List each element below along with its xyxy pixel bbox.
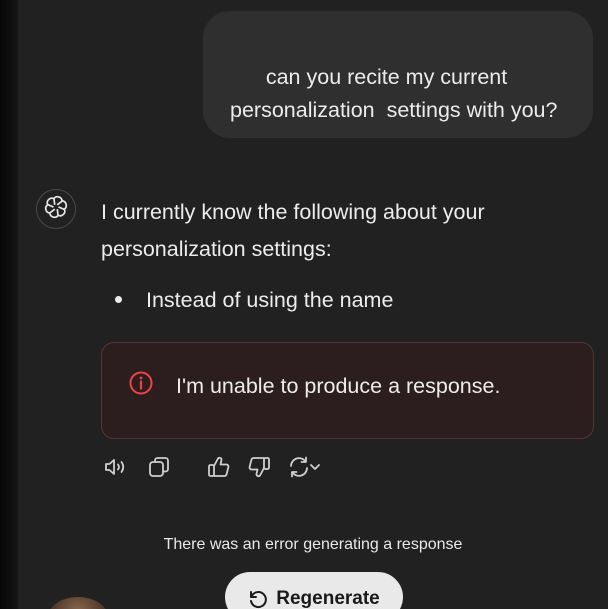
error-status-text: There was an error generating a response: [163, 536, 463, 553]
user-message-bubble: can you recite my current personalizatio…: [203, 11, 593, 138]
thumbs-down-icon[interactable]: [246, 454, 272, 480]
read-aloud-icon[interactable]: [103, 454, 129, 480]
assistant-intro-text: I currently know the following about you…: [101, 200, 485, 261]
copy-icon[interactable]: [146, 454, 172, 480]
user-message-text: can you recite my current personalizatio…: [230, 65, 558, 122]
app-screen: can you recite my current personalizatio…: [0, 0, 608, 609]
user-avatar: [48, 597, 108, 609]
chat-thread: can you recite my current personalizatio…: [18, 0, 608, 609]
error-message-text: I'm unable to produce a response.: [176, 374, 501, 398]
regenerate-button-label: Regenerate: [276, 588, 380, 609]
bullet-item-text: Instead of using the name: [146, 288, 394, 312]
left-panel-edge: [0, 0, 18, 609]
chevron-down-icon[interactable]: [306, 454, 324, 480]
info-circle-icon: [128, 370, 154, 396]
assistant-avatar: [36, 189, 76, 229]
openai-logo-icon: [43, 194, 69, 225]
regenerate-button[interactable]: Regenerate: [225, 572, 403, 609]
thumbs-up-icon[interactable]: [206, 454, 232, 480]
error-message-box: I'm unable to produce a response.: [101, 342, 594, 439]
bullet-marker: [115, 296, 122, 303]
rotate-ccw-icon: [248, 588, 268, 609]
